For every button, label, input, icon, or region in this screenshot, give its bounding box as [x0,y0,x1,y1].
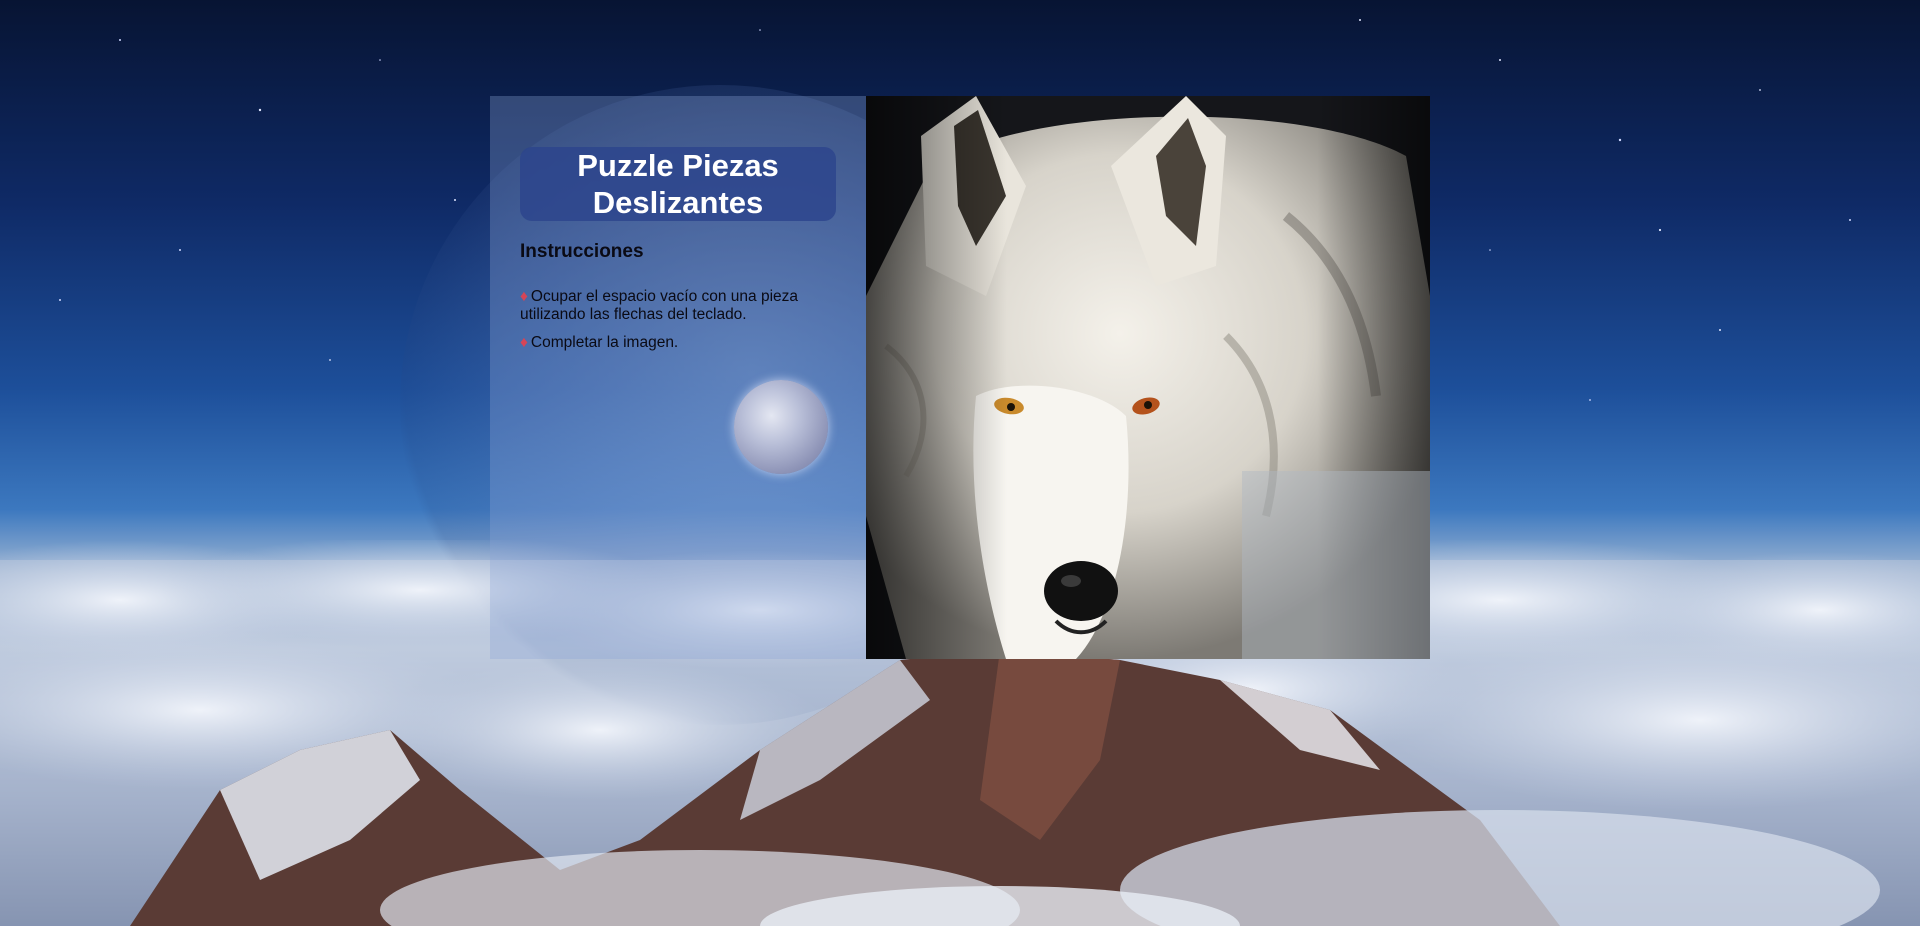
game-title-line-2: Deslizantes [592,185,764,220]
instructions-list: ♦ Ocupar el espacio vacío con una pieza u… [520,288,840,362]
instruction-text: Ocupar el espacio vacío con una pieza ut… [520,288,799,323]
puzzle-board[interactable] [866,96,1430,659]
game-title-line-1: Puzzle Piezas [577,148,779,183]
diamond-bullet-icon: ♦ [520,334,528,351]
game-title: Puzzle Piezas Deslizantes [520,147,836,221]
moon-decoration [734,380,828,474]
instructions-heading: Instrucciones [520,241,644,262]
empty-tile-slot [1242,471,1430,659]
diamond-bullet-icon: ♦ [520,288,528,305]
instruction-item: ♦ Completar la imagen. [520,334,840,352]
instruction-item: ♦ Ocupar el espacio vacío con una pieza u… [520,288,840,324]
mountain-peak [130,650,1880,926]
instruction-text: Completar la imagen. [530,334,679,351]
game-screen: Puzzle Piezas Deslizantes Instrucciones … [0,0,1920,926]
